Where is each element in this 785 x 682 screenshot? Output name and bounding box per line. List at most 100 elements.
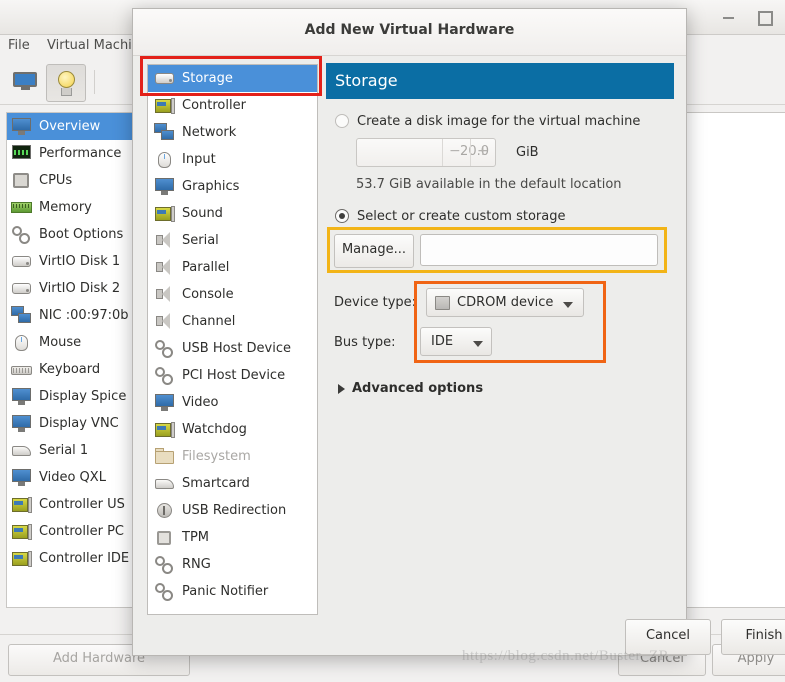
- monitor-icon: [154, 393, 176, 413]
- hardware-item-memory[interactable]: Memory: [7, 194, 141, 221]
- device-item-storage[interactable]: Storage: [148, 65, 317, 92]
- maximize-icon[interactable]: [757, 9, 773, 26]
- monitor-icon: [11, 414, 33, 434]
- hardware-item-controller-usb[interactable]: Controller US: [7, 491, 141, 518]
- speaker-port-icon: [154, 231, 176, 251]
- device-type-select[interactable]: CDROM device: [426, 288, 584, 317]
- device-item-video[interactable]: Video: [148, 389, 317, 416]
- device-item-label: Sound: [182, 206, 223, 221]
- speaker-port-icon: [154, 285, 176, 305]
- screenshot-root: File Virtual Machine Overview Performanc…: [0, 0, 785, 682]
- create-disk-label: Create a disk image for the virtual mach…: [357, 114, 641, 129]
- hardware-item-label: Mouse: [39, 335, 82, 350]
- device-item-graphics[interactable]: Graphics: [148, 173, 317, 200]
- mouse-icon: [154, 150, 176, 170]
- device-item-usb-redirection[interactable]: USB Redirection: [148, 497, 317, 524]
- device-item-label: Storage: [182, 71, 233, 86]
- device-item-label: TPM: [182, 530, 209, 545]
- hardware-item-performance[interactable]: Performance: [7, 140, 141, 167]
- controller-card-icon: [154, 96, 176, 116]
- disk-size-spinner[interactable]: 20.0 − +: [356, 138, 496, 167]
- hardware-list[interactable]: Overview Performance CPUs Memory Boot Op…: [6, 112, 142, 608]
- gears-icon: [11, 225, 33, 245]
- custom-storage-label: Select or create custom storage: [357, 209, 566, 224]
- hardware-item-label: Controller IDE: [39, 551, 130, 566]
- custom-storage-radio[interactable]: [335, 209, 349, 223]
- monitor-icon: [11, 468, 33, 488]
- manage-button[interactable]: Manage...: [334, 234, 414, 268]
- device-item-label: Panic Notifier: [182, 584, 269, 599]
- device-item-rng[interactable]: RNG: [148, 551, 317, 578]
- device-item-network[interactable]: Network: [148, 119, 317, 146]
- device-item-serial[interactable]: Serial: [148, 227, 317, 254]
- device-item-controller[interactable]: Controller: [148, 92, 317, 119]
- device-item-input[interactable]: Input: [148, 146, 317, 173]
- menu-file[interactable]: File: [8, 38, 30, 53]
- device-item-usb-host-device[interactable]: USB Host Device: [148, 335, 317, 362]
- device-item-label: Network: [182, 125, 237, 140]
- advanced-options-toggle[interactable]: Advanced options: [352, 381, 483, 396]
- panel-header-storage: Storage: [326, 63, 674, 99]
- device-item-smartcard[interactable]: Smartcard: [148, 470, 317, 497]
- show-details-button[interactable]: [46, 64, 86, 102]
- disk-icon: [11, 252, 33, 272]
- speaker-port-icon: [154, 258, 176, 278]
- hardware-item-nic[interactable]: NIC :00:97:0b: [7, 302, 141, 329]
- storage-path-input[interactable]: [420, 234, 658, 266]
- hardware-item-cpus[interactable]: CPUs: [7, 167, 141, 194]
- hardware-item-label: CPUs: [39, 173, 73, 188]
- hardware-item-virtio-disk-1[interactable]: VirtIO Disk 1: [7, 248, 141, 275]
- folder-icon: [154, 447, 176, 467]
- hardware-item-label: VirtIO Disk 2: [39, 281, 121, 296]
- create-disk-radio[interactable]: [335, 114, 349, 128]
- dialog-titlebar: Add New Virtual Hardware: [133, 9, 686, 56]
- device-item-console[interactable]: Console: [148, 281, 317, 308]
- hardware-item-overview[interactable]: Overview: [7, 113, 141, 140]
- hardware-item-controller-pci[interactable]: Controller PC: [7, 518, 141, 545]
- mouse-icon: [11, 333, 33, 353]
- hardware-item-label: VirtIO Disk 1: [39, 254, 121, 269]
- device-item-sound[interactable]: Sound: [148, 200, 317, 227]
- disk-size-increment[interactable]: +: [477, 143, 489, 159]
- dialog-finish-button[interactable]: Finish: [721, 619, 785, 655]
- device-item-label: Filesystem: [182, 449, 251, 464]
- minimize-icon[interactable]: [720, 9, 736, 25]
- chevron-down-icon: [473, 341, 483, 347]
- hardware-item-display-vnc[interactable]: Display VNC: [7, 410, 141, 437]
- device-item-panic-notifier[interactable]: Panic Notifier: [148, 578, 317, 605]
- chevron-right-icon[interactable]: [338, 384, 345, 394]
- cdrom-icon: [435, 296, 450, 310]
- console-view-button[interactable]: [6, 64, 44, 100]
- device-item-label: Serial: [182, 233, 219, 248]
- device-item-pci-host-device[interactable]: PCI Host Device: [148, 362, 317, 389]
- dialog-title: Add New Virtual Hardware: [304, 22, 515, 38]
- device-item-watchdog[interactable]: Watchdog: [148, 416, 317, 443]
- disk-size-decrement[interactable]: −: [449, 143, 461, 159]
- hardware-item-label: Video QXL: [39, 470, 106, 485]
- device-item-label: Graphics: [182, 179, 240, 194]
- device-category-list[interactable]: Storage Controller Network Input Graphic…: [147, 64, 318, 615]
- monitor-icon: [13, 72, 37, 90]
- device-item-parallel[interactable]: Parallel: [148, 254, 317, 281]
- hardware-item-label: Keyboard: [39, 362, 101, 377]
- monitor-icon: [11, 117, 33, 137]
- hardware-item-label: Display Spice: [39, 389, 127, 404]
- device-item-filesystem[interactable]: Filesystem: [148, 443, 317, 470]
- hardware-item-mouse[interactable]: Mouse: [7, 329, 141, 356]
- hardware-item-label: Display VNC: [39, 416, 119, 431]
- hardware-item-label: Controller US: [39, 497, 125, 512]
- hardware-item-video-qxl[interactable]: Video QXL: [7, 464, 141, 491]
- bus-type-select[interactable]: IDE: [420, 327, 492, 356]
- hardware-item-virtio-disk-2[interactable]: VirtIO Disk 2: [7, 275, 141, 302]
- monitor-icon: [154, 177, 176, 197]
- device-item-label: Channel: [182, 314, 236, 329]
- hardware-item-keyboard[interactable]: Keyboard: [7, 356, 141, 383]
- hardware-item-display-spice[interactable]: Display Spice: [7, 383, 141, 410]
- hardware-item-serial-1[interactable]: Serial 1: [7, 437, 141, 464]
- hardware-item-controller-ide[interactable]: Controller IDE: [7, 545, 141, 572]
- device-item-tpm[interactable]: TPM: [148, 524, 317, 551]
- controller-card-icon: [154, 420, 176, 440]
- device-item-channel[interactable]: Channel: [148, 308, 317, 335]
- device-type-label: Device type:: [334, 295, 417, 310]
- hardware-item-boot-options[interactable]: Boot Options: [7, 221, 141, 248]
